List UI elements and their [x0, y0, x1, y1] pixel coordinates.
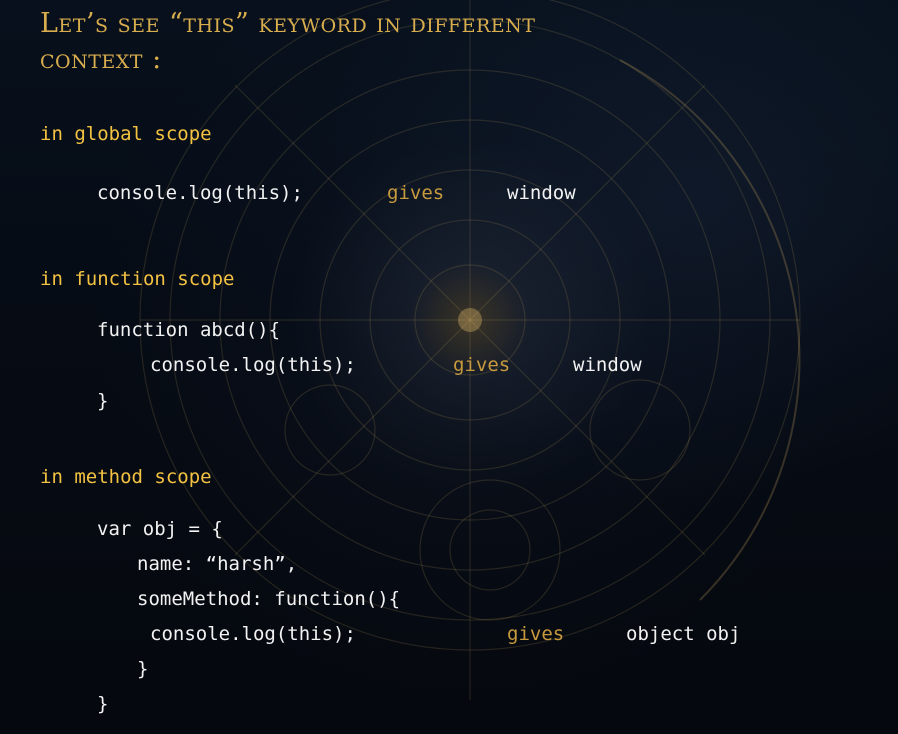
function-scope-heading: in function scope	[40, 268, 235, 290]
method-scope-heading: in method scope	[40, 466, 212, 488]
global-result: window	[507, 182, 576, 204]
slide: Let’s see “this” keyword in different co…	[0, 0, 898, 734]
global-code-line: console.log(this);	[97, 182, 303, 204]
slide-title: Let’s see “this” keyword in different co…	[40, 6, 535, 78]
function-code-line-1: function abcd(){	[97, 319, 281, 341]
function-result: window	[573, 354, 642, 376]
method-result: object obj	[626, 623, 741, 645]
function-code-line-2: console.log(this);	[150, 354, 356, 376]
function-code-line-3: }	[97, 390, 109, 412]
method-code-line-4: console.log(this);	[150, 623, 356, 645]
method-code-line-3: someMethod: function(){	[137, 588, 401, 610]
method-gives-label: gives	[507, 623, 565, 645]
method-code-line-2: name: “harsh”,	[137, 553, 298, 575]
global-scope-heading: in global scope	[40, 123, 212, 145]
astrolabe-background-image	[139, 0, 801, 700]
function-gives-label: gives	[453, 354, 511, 376]
global-gives-label: gives	[387, 182, 445, 204]
slide-title-line-1: Let’s see “this” keyword in different	[40, 8, 536, 39]
method-code-line-6: }	[97, 693, 109, 715]
method-code-line-1: var obj = {	[97, 518, 223, 540]
slide-title-line-2: context :	[40, 44, 162, 75]
method-code-line-5: }	[137, 658, 149, 680]
